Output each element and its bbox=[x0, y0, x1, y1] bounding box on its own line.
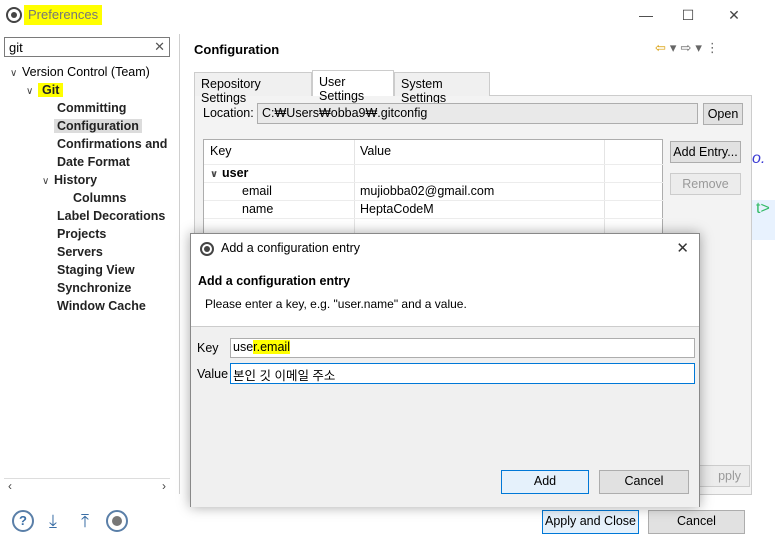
tree-item-label: Configuration bbox=[54, 119, 142, 133]
chevron-down-icon[interactable]: ∨ bbox=[10, 65, 22, 83]
tab-system-settings[interactable]: System Settings bbox=[394, 72, 490, 105]
apply-and-close-button[interactable]: Apply and Close bbox=[542, 510, 639, 534]
chevron-down-icon[interactable]: ∨ bbox=[26, 83, 38, 101]
tree-item-git[interactable]: ∨ Git bbox=[26, 81, 64, 101]
panel-splitter[interactable] bbox=[179, 34, 180, 494]
tree-item-committing[interactable]: Committing bbox=[57, 99, 126, 117]
tree-item-columns[interactable]: Columns bbox=[73, 189, 126, 207]
tree-item-version-control[interactable]: ∨ Version Control (Team) bbox=[10, 63, 150, 81]
tree-horizontal-scrollbar[interactable]: ‹ › bbox=[4, 478, 170, 494]
tree-item-label: History bbox=[54, 173, 98, 187]
table-cell-value[interactable]: HeptaCodeM bbox=[360, 202, 434, 216]
chevron-down-icon[interactable]: ∨ bbox=[210, 169, 222, 180]
key-input-text: use bbox=[233, 340, 254, 354]
record-icon[interactable] bbox=[106, 510, 128, 532]
tree-item-synchronize[interactable]: Synchronize bbox=[57, 279, 131, 297]
cancel-button[interactable]: Cancel bbox=[648, 510, 745, 534]
key-input[interactable]: user.email bbox=[230, 338, 695, 358]
tree-item-configuration[interactable]: Configuration bbox=[54, 117, 142, 135]
window-title: Preferences bbox=[24, 5, 103, 25]
tree-item-label: Version Control (Team) bbox=[22, 65, 150, 79]
value-input[interactable]: 본인 깃 이메일 주소 bbox=[230, 363, 695, 384]
tree-item-date-format[interactable]: Date Format bbox=[57, 153, 130, 171]
back-arrow-icon[interactable]: ⇦ bbox=[655, 40, 670, 55]
filter-input[interactable]: git ✕ bbox=[4, 37, 170, 57]
close-icon[interactable]: ✕ bbox=[676, 239, 689, 257]
tree-item-label-decorations[interactable]: Label Decorations bbox=[57, 207, 165, 225]
eclipse-app-icon bbox=[6, 7, 22, 23]
scroll-left-icon[interactable]: ‹ bbox=[8, 479, 12, 493]
remove-button[interactable]: Remove bbox=[670, 173, 741, 195]
filter-input-value: git bbox=[9, 40, 23, 55]
section-label: user bbox=[222, 166, 249, 180]
column-header-key[interactable]: Key bbox=[210, 144, 232, 158]
dialog-description: Please enter a key, e.g. "user.name" and… bbox=[205, 297, 467, 311]
add-entry-dialog: Add a configuration entry ✕ Add a config… bbox=[190, 233, 700, 507]
tab-repository-settings[interactable]: Repository Settings bbox=[194, 72, 312, 105]
export-icon[interactable]: ⤒ bbox=[74, 510, 96, 532]
maximize-icon[interactable]: ☐ bbox=[676, 4, 700, 26]
tree-item-projects[interactable]: Projects bbox=[57, 225, 106, 243]
more-menu-icon[interactable]: ⋮ bbox=[706, 40, 723, 55]
dialog-cancel-button[interactable]: Cancel bbox=[599, 470, 689, 494]
table-cell-value[interactable]: mujiobba02@gmail.com bbox=[360, 184, 494, 198]
dialog-heading: Add a configuration entry bbox=[198, 274, 351, 288]
key-input-text-highlight: r.email bbox=[253, 340, 290, 354]
add-button[interactable]: Add bbox=[501, 470, 589, 494]
tree-item-window-cache[interactable]: Window Cache bbox=[57, 297, 146, 315]
tree-item-staging-view[interactable]: Staging View bbox=[57, 261, 135, 279]
location-label: Location: bbox=[203, 106, 254, 120]
page-title: Configuration bbox=[194, 42, 280, 57]
title-bar bbox=[0, 0, 775, 30]
column-header-value[interactable]: Value bbox=[360, 144, 391, 158]
minimize-icon[interactable]: — bbox=[634, 4, 658, 26]
scroll-right-icon[interactable]: › bbox=[162, 479, 166, 493]
forward-arrow-icon[interactable]: ⇨ bbox=[680, 40, 695, 55]
table-section-user[interactable]: ∨ user bbox=[210, 166, 248, 180]
tree-item-label: Git bbox=[38, 83, 64, 97]
table-cell-key[interactable]: email bbox=[242, 184, 272, 198]
clear-filter-icon[interactable]: ✕ bbox=[154, 39, 165, 55]
open-button[interactable]: Open bbox=[703, 103, 743, 125]
location-field: C:₩Users₩obba9₩.gitconfig bbox=[257, 103, 698, 124]
import-icon[interactable]: ⤓ bbox=[42, 510, 64, 532]
table-cell-key[interactable]: name bbox=[242, 202, 273, 216]
tab-user-settings[interactable]: User Settings bbox=[312, 70, 394, 103]
help-icon[interactable]: ? bbox=[12, 510, 34, 532]
editor-text: o. bbox=[752, 150, 766, 167]
add-entry-button[interactable]: Add Entry... bbox=[670, 141, 741, 163]
close-icon[interactable]: ✕ bbox=[722, 4, 746, 26]
tree-item-confirmations[interactable]: Confirmations and V bbox=[57, 135, 170, 153]
key-label: Key bbox=[197, 341, 219, 355]
value-label: Value bbox=[197, 367, 229, 381]
eclipse-app-icon bbox=[200, 242, 214, 256]
tree-item-servers[interactable]: Servers bbox=[57, 243, 103, 261]
editor-text: t> bbox=[752, 200, 775, 240]
chevron-down-icon[interactable]: ∨ bbox=[42, 173, 54, 191]
dialog-title: Add a configuration entry bbox=[221, 241, 360, 255]
navigation-icons[interactable]: ⇦▾⇨▾⋮ bbox=[655, 40, 723, 56]
tree-item-history[interactable]: ∨ History bbox=[42, 171, 97, 189]
